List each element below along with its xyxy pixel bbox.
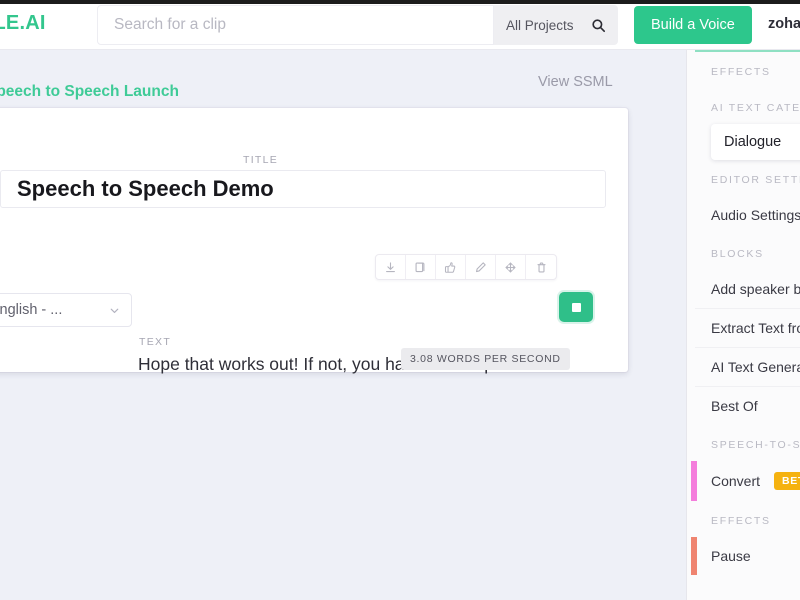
download-icon[interactable] bbox=[376, 255, 406, 279]
sidebar-section-header: EDITOR SETTI bbox=[711, 174, 800, 186]
sidebar-item-list: EFFECTS AI TEXT CATEG Dialogue EDITOR SETTI… bbox=[691, 52, 800, 575]
right-sidebar: EFFECTS AI TEXT CATEG Dialogue EDITOR SETTI… bbox=[686, 50, 800, 600]
search-icon[interactable] bbox=[591, 18, 606, 33]
top-navigation-bar: MBLE.AI All Projects Build a Voice zoha bbox=[0, 0, 800, 50]
voice-select-value: (English - ... bbox=[0, 302, 63, 318]
sidebar-item-add-speaker-bel[interactable]: Add speaker bel bbox=[695, 270, 800, 308]
stop-playback-button[interactable] bbox=[559, 292, 593, 322]
trash-icon[interactable] bbox=[526, 255, 556, 279]
build-a-voice-button[interactable]: Build a Voice bbox=[634, 6, 752, 44]
sidebar-item-convert[interactable]: Convert BET bbox=[691, 461, 800, 501]
thumbs-up-icon[interactable] bbox=[436, 255, 466, 279]
app-root: MBLE.AI All Projects Build a Voice zoha … bbox=[0, 0, 800, 600]
clip-editor-card: TITLE Speech to Speech Demo nglish - ...… bbox=[0, 108, 628, 374]
sidebar-item-best-of[interactable]: Best Of bbox=[695, 386, 800, 425]
sidebar-item-label: Audio Settings bbox=[711, 207, 800, 223]
sidebar-item-extract-text-from[interactable]: Extract Text from bbox=[695, 308, 800, 347]
all-projects-button[interactable]: All Projects bbox=[494, 5, 618, 45]
sidebar-item-accent-bar bbox=[691, 461, 697, 501]
app-logo[interactable]: MBLE.AI bbox=[0, 12, 46, 35]
clip-action-toolbar bbox=[375, 254, 557, 280]
sidebar-item-label: AI Text Generatio bbox=[711, 359, 800, 375]
chevron-down-icon bbox=[108, 304, 121, 317]
sidebar-item-label: Convert bbox=[711, 473, 761, 489]
sidebar-section-header: EFFECTS bbox=[711, 66, 771, 78]
beta-badge: BET bbox=[774, 472, 800, 490]
title-input[interactable] bbox=[1, 176, 605, 202]
sidebar-section-header: BLOCKS bbox=[711, 248, 764, 260]
search-field-wrapper[interactable] bbox=[97, 5, 494, 45]
sidebar-item-ai-text-generatio[interactable]: AI Text Generatio bbox=[695, 347, 800, 386]
sidebar-section-header: SPEECH-TO-S bbox=[711, 439, 800, 451]
move-icon[interactable] bbox=[496, 255, 526, 279]
sidebar-item-label: Best Of bbox=[711, 398, 758, 414]
sidebar-item-accent-bar bbox=[691, 537, 697, 575]
sidebar-item-label: Pause bbox=[711, 548, 751, 564]
copy-icon[interactable] bbox=[406, 255, 436, 279]
main-content-area: Speech to Speech Launch View SSML TITLE bbox=[0, 50, 686, 600]
window-titlebar-strip bbox=[0, 0, 800, 4]
breadcrumb: Speech to Speech Launch View SSML bbox=[0, 72, 686, 112]
pencil-icon[interactable] bbox=[466, 255, 496, 279]
breadcrumb-project-link[interactable]: Speech to Speech Launch bbox=[0, 83, 179, 101]
words-per-second-badge: 3.08 WORDS PER SECOND bbox=[401, 348, 570, 370]
sidebar-item-label: Extract Text from bbox=[711, 320, 800, 336]
sidebar-item-pause[interactable]: Pause bbox=[691, 537, 800, 575]
sidebar-section-header: EFFECTS bbox=[711, 515, 771, 527]
title-field-label: TITLE bbox=[243, 154, 279, 166]
title-field-wrapper[interactable] bbox=[0, 170, 606, 208]
text-field-label: TEXT bbox=[139, 336, 172, 348]
stop-square-icon bbox=[571, 302, 581, 312]
sidebar-section-header: AI TEXT CATEG bbox=[711, 102, 800, 114]
sidebar-item-audio-settings[interactable]: Audio Settings bbox=[695, 196, 800, 234]
user-account-name[interactable]: zoha bbox=[768, 16, 800, 32]
sidebar-item-label: Add speaker bel bbox=[711, 281, 800, 297]
all-projects-label: All Projects bbox=[506, 17, 574, 33]
ai-text-category-chip[interactable]: Dialogue bbox=[711, 124, 800, 160]
view-ssml-link[interactable]: View SSML bbox=[538, 74, 613, 90]
search-input[interactable] bbox=[98, 16, 493, 34]
voice-select[interactable]: (English - ... bbox=[0, 293, 132, 327]
